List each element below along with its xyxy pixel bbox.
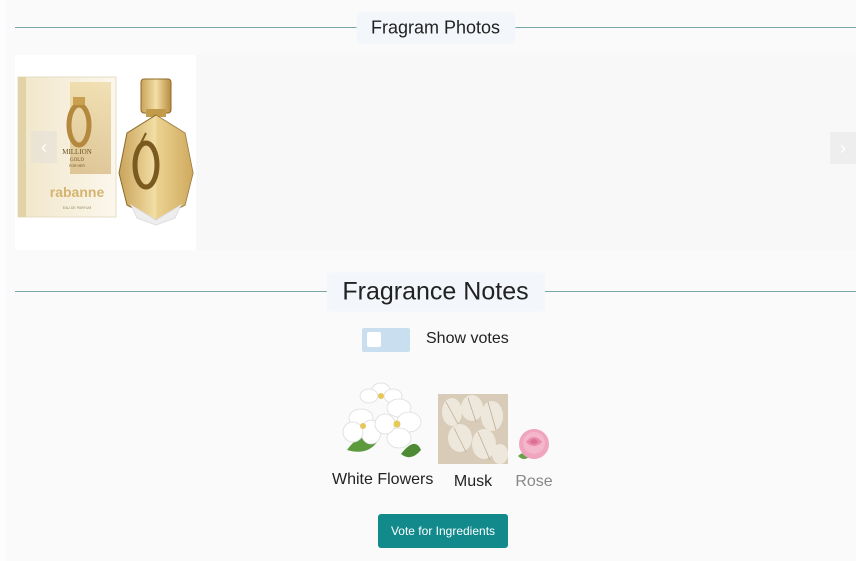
- toggle-knob: [367, 332, 381, 347]
- musk-image: [438, 394, 508, 464]
- show-votes-toggle[interactable]: [362, 328, 410, 352]
- note-label: Rose: [515, 473, 553, 490]
- page-left-edge: [0, 0, 6, 561]
- photos-section-title: Fragram Photos: [355, 12, 516, 44]
- box-house-text: rabanne: [50, 184, 105, 200]
- show-votes-label: Show votes: [426, 330, 509, 347]
- carousel-prev-button[interactable]: ‹: [31, 131, 57, 163]
- box-for-text: FOR HER: [69, 164, 85, 168]
- box-brand-text: MILLION: [62, 148, 92, 156]
- carousel-next-button[interactable]: ›: [830, 132, 856, 164]
- notes-section-title: Fragrance Notes: [326, 272, 545, 312]
- box-type-text: EAU DE PARFUM: [63, 206, 92, 210]
- white-flowers-image: [342, 382, 422, 458]
- notes-section-divider: Fragrance Notes: [15, 272, 856, 312]
- chevron-left-icon: ‹: [41, 136, 47, 157]
- vote-for-ingredients-button[interactable]: Vote for Ingredients: [378, 514, 508, 548]
- rose-image: [518, 429, 549, 459]
- note-musk[interactable]: Musk: [438, 380, 508, 491]
- box-variant-text: GOLD: [70, 158, 84, 163]
- note-label: Musk: [453, 473, 493, 490]
- note-rose[interactable]: Rose: [514, 380, 554, 491]
- photo-carousel[interactable]: MILLION GOLD FOR HER rabanne EAU DE PARF…: [15, 55, 856, 250]
- photos-section-divider: Fragram Photos: [15, 12, 856, 44]
- chevron-right-icon: ›: [840, 137, 846, 158]
- note-label: White Flowers: [332, 471, 434, 488]
- note-white-flowers[interactable]: White Flowers: [332, 380, 434, 489]
